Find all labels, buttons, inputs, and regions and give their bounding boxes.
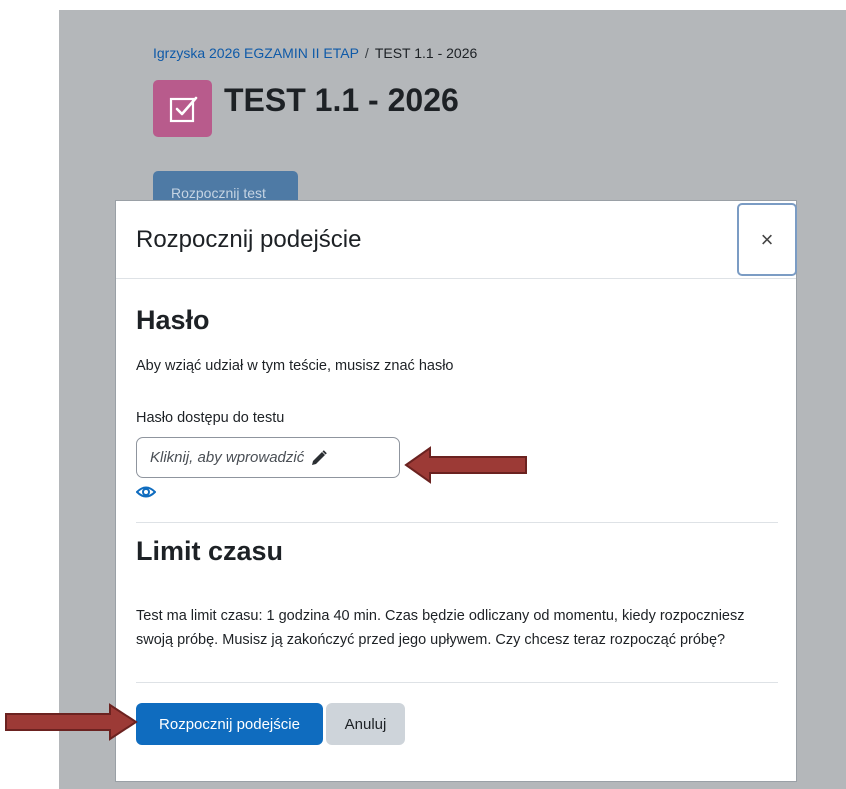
breadcrumb: Igrzyska 2026 EGZAMIN II ETAP / TEST 1.1 -… bbox=[153, 45, 477, 61]
quiz-checkbox-icon bbox=[153, 80, 212, 137]
cancel-button[interactable]: Anuluj bbox=[326, 703, 405, 745]
password-heading: Hasło bbox=[136, 305, 210, 335]
start-attempt-dialog: Rozpocznij podejście × Hasło Aby wziąć u… bbox=[115, 200, 797, 782]
pencil-icon bbox=[310, 449, 328, 467]
start-attempt-button[interactable]: Rozpocznij podejście bbox=[136, 703, 323, 745]
page-title: TEST 1.1 - 2026 bbox=[224, 82, 459, 118]
time-limit-text: Test ma limit czasu: 1 godzina 40 min. C… bbox=[136, 607, 745, 648]
password-placeholder: Kliknij, aby wprowadzić bbox=[150, 449, 305, 466]
password-field-label: Hasło dostępu do testu bbox=[136, 410, 285, 426]
annotation-arrow-left-icon bbox=[404, 446, 527, 484]
breadcrumb-current: TEST 1.1 - 2026 bbox=[374, 45, 478, 61]
close-button[interactable]: × bbox=[737, 203, 797, 276]
close-icon: × bbox=[760, 226, 774, 252]
dialog-title: Rozpocznij podejście bbox=[136, 226, 362, 253]
breadcrumb-course-link[interactable]: Igrzyska 2026 EGZAMIN II ETAP bbox=[153, 45, 359, 61]
dialog-header: Rozpocznij podejście × bbox=[116, 201, 797, 279]
footer-divider bbox=[136, 682, 778, 683]
breadcrumb-separator: / bbox=[364, 45, 369, 61]
eye-icon[interactable] bbox=[135, 484, 157, 505]
password-description: Aby wziąć udział w tym teście, musisz zn… bbox=[136, 358, 454, 374]
time-limit-heading: Limit czasu bbox=[136, 536, 284, 566]
section-divider bbox=[136, 522, 778, 523]
annotation-arrow-right-icon bbox=[5, 703, 138, 741]
password-input[interactable]: Kliknij, aby wprowadzić bbox=[136, 437, 400, 478]
